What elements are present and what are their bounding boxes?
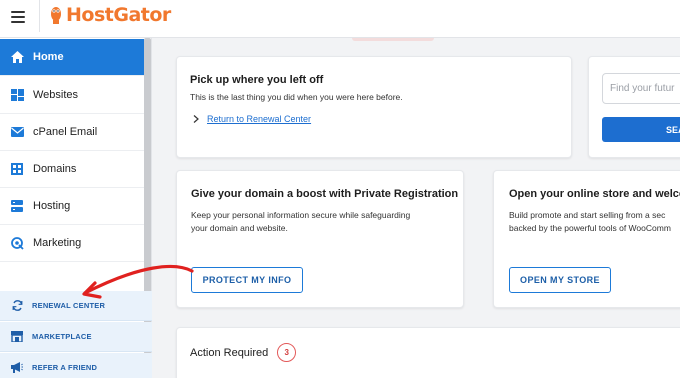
store-title: Open your online store and welcom [509, 188, 680, 200]
action-required-title: Action Required [190, 346, 269, 359]
hamburger-menu-icon[interactable] [11, 11, 25, 23]
pickup-title: Pick up where you left off [190, 74, 324, 86]
sidebar-item-label: Marketing [33, 237, 82, 249]
sidebar-item-label: MARKETPLACE [32, 332, 92, 341]
chevron-right-icon [193, 115, 199, 123]
sidebar-item-label: Home [33, 51, 64, 63]
renewal-link-row[interactable]: Return to Renewal Center [193, 114, 311, 124]
gator-logo-icon [51, 7, 61, 24]
hosting-icon [10, 199, 24, 213]
sidebar-item-label: Websites [33, 89, 79, 101]
store-desc-line2: backed by the powerful tools of WooComm [509, 223, 671, 233]
action-count-badge: 3 [277, 343, 297, 362]
marketing-icon [10, 236, 24, 250]
marketplace-icon [10, 330, 24, 344]
protect-my-info-button[interactable]: PROTECT MY INFO [191, 267, 303, 293]
home-icon [10, 50, 24, 64]
sidebar-item-label: Hosting [33, 200, 71, 212]
sidebar-item-email[interactable]: cPanel Email [0, 114, 144, 151]
domain-search-card [588, 56, 680, 158]
websites-icon [10, 88, 24, 102]
sidebar-item-label: Domains [33, 163, 77, 175]
store-desc-line1: Build promote and start selling from a s… [509, 210, 666, 220]
pickup-card: Pick up where you left off This is the l… [176, 56, 572, 158]
return-to-renewal-link[interactable]: Return to Renewal Center [207, 114, 311, 124]
sidebar-item-hosting[interactable]: Hosting [0, 188, 144, 225]
sidebar-item-label: cPanel Email [33, 126, 98, 138]
top-cutoff-element [352, 38, 434, 41]
top-bar: HostGator [0, 0, 680, 38]
sidebar-item-refer-friend[interactable]: REFER A FRIEND [0, 353, 152, 378]
domains-icon [10, 162, 24, 176]
sidebar-item-label: RENEWAL CENTER [32, 301, 106, 310]
search-button[interactable]: SEA [602, 117, 680, 142]
open-my-store-button[interactable]: OPEN MY STORE [509, 267, 611, 293]
privacy-desc-line2: your domain and website. [191, 223, 288, 233]
refresh-icon [10, 299, 24, 313]
sidebar-item-marketplace[interactable]: MARKETPLACE [0, 322, 152, 352]
sidebar-item-marketing[interactable]: Marketing [0, 225, 144, 262]
sidebar-item-label: REFER A FRIEND [32, 363, 98, 372]
privacy-desc-line1: Keep your personal information secure wh… [191, 210, 411, 220]
megaphone-icon [10, 361, 24, 375]
header-divider [39, 0, 40, 32]
domain-search-input[interactable]: Find your futur [602, 73, 680, 104]
action-required-card: Action Required 3 [176, 327, 680, 378]
email-icon [10, 125, 24, 139]
sidebar-item-home[interactable]: Home [0, 39, 144, 76]
brand-name: HostGator [66, 4, 171, 26]
brand-logo[interactable]: HostGator [48, 4, 171, 26]
sidebar-item-renewal-center[interactable]: RENEWAL CENTER [0, 291, 152, 321]
sidebar-item-websites[interactable]: Websites [0, 77, 144, 114]
pickup-subtitle: This is the last thing you did when you … [190, 92, 403, 102]
sidebar-item-domains[interactable]: Domains [0, 151, 144, 188]
privacy-title: Give your domain a boost with Private Re… [191, 188, 459, 200]
